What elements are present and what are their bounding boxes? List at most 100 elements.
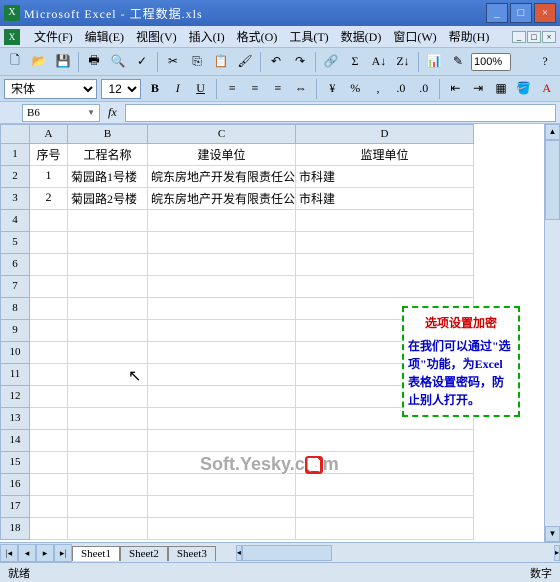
- cell[interactable]: [68, 342, 148, 364]
- cell[interactable]: [30, 386, 68, 408]
- row-header[interactable]: 15: [0, 452, 30, 474]
- menu-window[interactable]: 窗口(W): [387, 26, 442, 47]
- vertical-scrollbar[interactable]: ▲ ▼: [544, 124, 560, 542]
- format-painter-icon[interactable]: 🖌: [234, 51, 256, 73]
- cell[interactable]: [68, 518, 148, 540]
- menu-edit[interactable]: 编辑(E): [79, 26, 130, 47]
- cell[interactable]: [296, 210, 474, 232]
- cell[interactable]: [30, 342, 68, 364]
- row-header[interactable]: 4: [0, 210, 30, 232]
- cell[interactable]: 2: [30, 188, 68, 210]
- zoom-input[interactable]: [471, 53, 511, 71]
- print-icon[interactable]: 🖶: [83, 51, 105, 73]
- name-box[interactable]: B6 ▼: [22, 104, 100, 122]
- workbook-close-button[interactable]: ×: [542, 31, 556, 43]
- row-header[interactable]: 9: [0, 320, 30, 342]
- sort-desc-icon[interactable]: Z↓: [392, 51, 414, 73]
- menu-insert[interactable]: 插入(I): [183, 26, 231, 47]
- cell[interactable]: 建设单位: [148, 144, 296, 166]
- currency-icon[interactable]: ¥: [323, 78, 342, 100]
- cell[interactable]: [148, 430, 296, 452]
- minimize-button[interactable]: _: [486, 3, 508, 23]
- spellcheck-icon[interactable]: ✓: [131, 51, 153, 73]
- cell[interactable]: [296, 474, 474, 496]
- close-button[interactable]: ×: [534, 3, 556, 23]
- cell[interactable]: [30, 518, 68, 540]
- print-preview-icon[interactable]: 🔍: [107, 51, 129, 73]
- workbook-icon[interactable]: X: [4, 29, 20, 45]
- scroll-track-h[interactable]: [242, 545, 554, 561]
- menu-format[interactable]: 格式(O): [231, 26, 284, 47]
- fx-icon[interactable]: fx: [108, 105, 117, 120]
- sheet-tab[interactable]: Sheet1: [72, 546, 120, 561]
- row-header[interactable]: 3: [0, 188, 30, 210]
- column-header[interactable]: C: [148, 124, 296, 144]
- sort-asc-icon[interactable]: A↓: [368, 51, 390, 73]
- cell[interactable]: 工程名称: [68, 144, 148, 166]
- menu-file[interactable]: 文件(F): [28, 26, 79, 47]
- horizontal-scrollbar[interactable]: ◂ ▸: [236, 545, 560, 561]
- cell[interactable]: [148, 320, 296, 342]
- cell[interactable]: [148, 254, 296, 276]
- hyperlink-icon[interactable]: 🔗: [320, 51, 342, 73]
- align-right-icon[interactable]: ≡: [268, 78, 287, 100]
- cell[interactable]: [148, 386, 296, 408]
- cell[interactable]: [296, 518, 474, 540]
- cell[interactable]: [148, 342, 296, 364]
- cell[interactable]: [30, 320, 68, 342]
- merge-center-icon[interactable]: ⇔: [291, 78, 310, 100]
- cell[interactable]: [30, 408, 68, 430]
- tab-first-icon[interactable]: |◂: [0, 544, 18, 562]
- cell[interactable]: 市科建: [296, 188, 474, 210]
- column-header[interactable]: D: [296, 124, 474, 144]
- font-name-select[interactable]: 宋体: [4, 79, 97, 99]
- row-header[interactable]: 2: [0, 166, 30, 188]
- menu-data[interactable]: 数据(D): [335, 26, 388, 47]
- row-header[interactable]: 5: [0, 232, 30, 254]
- cell[interactable]: [30, 232, 68, 254]
- select-all-corner[interactable]: [0, 124, 30, 144]
- tab-next-icon[interactable]: ▸: [36, 544, 54, 562]
- cell[interactable]: [148, 496, 296, 518]
- cell[interactable]: [148, 364, 296, 386]
- cut-icon[interactable]: ✂: [162, 51, 184, 73]
- maximize-button[interactable]: □: [510, 3, 532, 23]
- increase-decimal-icon[interactable]: .0: [391, 78, 410, 100]
- save-icon[interactable]: 💾: [52, 51, 74, 73]
- row-header[interactable]: 6: [0, 254, 30, 276]
- workbook-minimize-button[interactable]: _: [512, 31, 526, 43]
- cell[interactable]: 菊园路2号楼: [68, 188, 148, 210]
- cell[interactable]: [68, 320, 148, 342]
- scroll-down-icon[interactable]: ▼: [545, 526, 560, 542]
- borders-icon[interactable]: ▦: [492, 78, 511, 100]
- cell[interactable]: 皖东房地产开发有限责任公司: [148, 188, 296, 210]
- cell[interactable]: 序号: [30, 144, 68, 166]
- menu-help[interactable]: 帮助(H): [443, 26, 496, 47]
- cell[interactable]: [148, 298, 296, 320]
- increase-indent-icon[interactable]: ⇥: [469, 78, 488, 100]
- cell[interactable]: [30, 298, 68, 320]
- tab-last-icon[interactable]: ▸|: [54, 544, 72, 562]
- open-icon[interactable]: 📂: [28, 51, 50, 73]
- italic-icon[interactable]: I: [168, 78, 187, 100]
- underline-icon[interactable]: U: [191, 78, 210, 100]
- decrease-indent-icon[interactable]: ⇤: [446, 78, 465, 100]
- cell[interactable]: [30, 430, 68, 452]
- row-header[interactable]: 8: [0, 298, 30, 320]
- font-size-select[interactable]: 12: [101, 79, 141, 99]
- row-header[interactable]: 10: [0, 342, 30, 364]
- cell[interactable]: [30, 452, 68, 474]
- fill-color-icon[interactable]: 🪣: [514, 78, 533, 100]
- help-icon[interactable]: ?: [534, 51, 556, 73]
- cell[interactable]: [30, 254, 68, 276]
- row-header[interactable]: 17: [0, 496, 30, 518]
- sheet-tab[interactable]: Sheet3: [168, 546, 216, 561]
- cell[interactable]: [30, 496, 68, 518]
- align-left-icon[interactable]: ≡: [223, 78, 242, 100]
- paste-icon[interactable]: 📋: [210, 51, 232, 73]
- cell[interactable]: [148, 210, 296, 232]
- cell[interactable]: [68, 364, 148, 386]
- cell[interactable]: [68, 496, 148, 518]
- cell[interactable]: [68, 452, 148, 474]
- cell[interactable]: [68, 298, 148, 320]
